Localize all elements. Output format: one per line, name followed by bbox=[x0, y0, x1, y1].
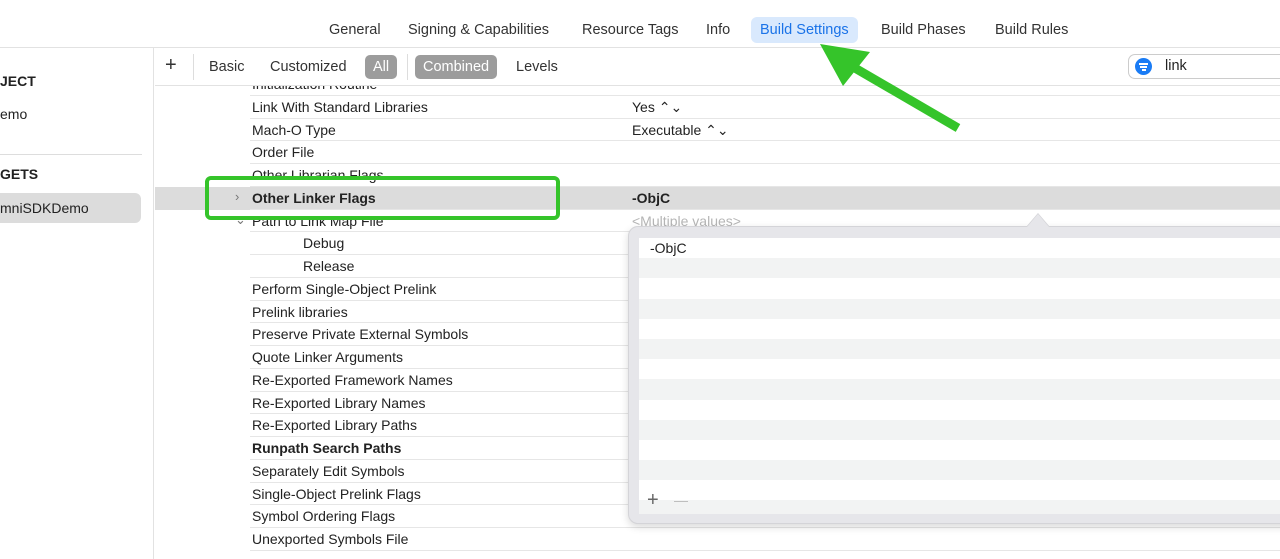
arrow-head bbox=[820, 44, 870, 86]
arrow-shaft bbox=[845, 60, 961, 132]
annotation-arrow bbox=[820, 44, 961, 132]
